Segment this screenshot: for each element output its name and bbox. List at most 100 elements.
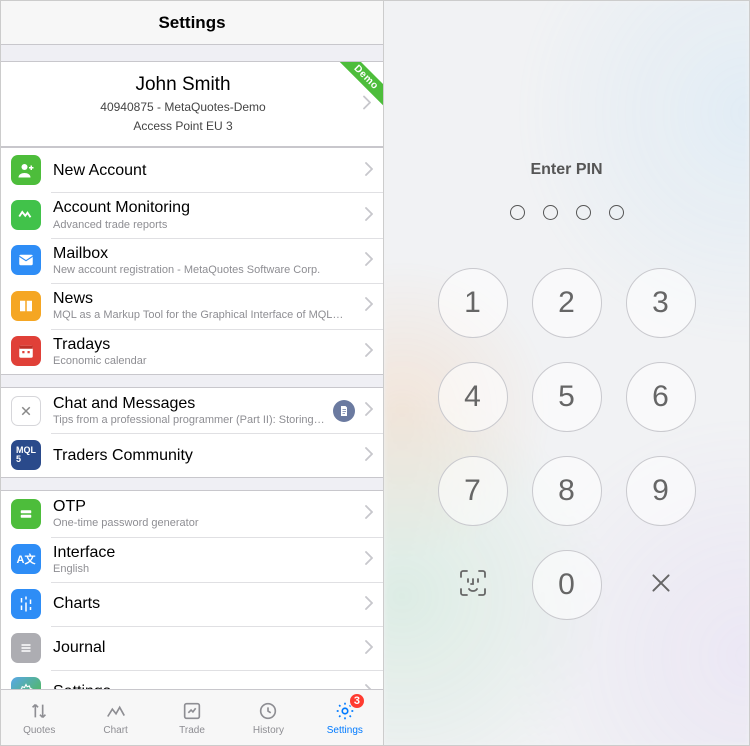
key-1[interactable]: 1 [438,268,508,338]
tab-history[interactable]: History [230,690,306,745]
tab-label: Quotes [23,725,55,736]
tab-label: Trade [179,725,205,736]
chevron-right-icon [365,638,373,659]
chart-icon [11,589,41,619]
row-text: InterfaceEnglish [53,543,365,576]
row-tradays[interactable]: TradaysEconomic calendar [1,329,383,374]
row-traders-community[interactable]: MQL5 Traders Community [1,433,383,477]
account-info1: 40940875 - MetaQuotes-Demo [13,99,353,115]
row-text: Traders Community [53,446,365,465]
tab-chart[interactable]: Chart [77,690,153,745]
keypad: 1 2 3 4 5 6 7 8 9 0 [438,268,696,620]
row-text: Charts [53,594,365,613]
key-0[interactable]: 0 [532,550,602,620]
settings-scroll[interactable]: Demo John Smith 40940875 - MetaQuotes-De… [1,45,383,689]
chat-icon [11,396,41,426]
account-header[interactable]: Demo John Smith 40940875 - MetaQuotes-De… [1,61,383,147]
row-news[interactable]: NewsMQL as a Markup Tool for the Graphic… [1,283,383,328]
tabbar: Quotes Chart Trade History Settings 3 [1,689,383,745]
chevron-right-icon [365,400,373,421]
chevron-right-icon [365,160,373,181]
key-label: 4 [464,380,481,414]
chevron-right-icon [365,503,373,524]
tab-trade[interactable]: Trade [154,690,230,745]
row-subtitle: Advanced trade reports [53,219,357,232]
key-7[interactable]: 7 [438,456,508,526]
account-info2: Access Point EU 3 [13,118,353,134]
pin-dot [609,205,624,220]
row-interface[interactable]: A文InterfaceEnglish [1,537,383,582]
quotes-icon [26,699,52,723]
tab-badge: 3 [349,693,365,709]
row-account-monitoring[interactable]: Account MonitoringAdvanced trade reports [1,192,383,237]
tab-quotes[interactable]: Quotes [1,690,77,745]
x-icon [648,570,674,601]
row-text: Chat and MessagesTips from a professiona… [53,394,333,427]
row-text: TradaysEconomic calendar [53,335,365,368]
key-label: 6 [652,380,669,414]
row-title: Charts [53,594,357,613]
row-charts[interactable]: Charts [1,582,383,626]
row-title: Interface [53,543,357,562]
chevron-right-icon [365,682,373,690]
history-icon [255,699,281,723]
mql5-icon: MQL5 [11,440,41,470]
tab-settings[interactable]: Settings 3 [307,690,383,745]
key-label: 8 [558,474,575,508]
row-text: NewsMQL as a Markup Tool for the Graphic… [53,289,365,322]
section-preferences: OTPOne-time password generator A文Interfac… [1,490,383,689]
row-chat-and-messages[interactable]: Chat and MessagesTips from a professiona… [1,388,383,433]
key-3[interactable]: 3 [626,268,696,338]
trade-icon [179,699,205,723]
row-mailbox[interactable]: MailboxNew account registration - MetaQu… [1,238,383,283]
page-title: Settings [1,1,383,45]
key-2[interactable]: 2 [532,268,602,338]
key-5[interactable]: 5 [532,362,602,432]
delete-button[interactable] [626,550,696,620]
book-icon [11,291,41,321]
chevron-right-icon [363,94,371,115]
section-account: New Account Account MonitoringAdvanced tr… [1,147,383,375]
chevron-right-icon [365,594,373,615]
row-new-account[interactable]: New Account [1,148,383,192]
row-settings[interactable]: Settings [1,670,383,689]
key-4[interactable]: 4 [438,362,508,432]
row-text: New Account [53,161,365,180]
pin-title: Enter PIN [530,161,602,179]
journal-icon [11,633,41,663]
row-journal[interactable]: Journal [1,626,383,670]
chevron-right-icon [365,295,373,316]
page-title-text: Settings [158,13,225,33]
row-title: Traders Community [53,446,357,465]
settings-screen: Settings Demo John Smith 40940875 - Meta… [1,1,384,745]
key-label: 9 [652,474,669,508]
faceid-button[interactable] [438,550,508,620]
row-subtitle: English [53,563,357,576]
tab-label: History [253,725,284,736]
row-subtitle: One-time password generator [53,517,357,530]
key-label: 3 [652,286,669,320]
row-title: Settings [53,682,357,689]
pin-dot [510,205,525,220]
tab-label: Settings [327,725,363,736]
monitor-icon [11,200,41,230]
key-6[interactable]: 6 [626,362,696,432]
row-subtitle: MQL as a Markup Tool for the Graphical I… [53,309,357,322]
chevron-right-icon [365,445,373,466]
key-9[interactable]: 9 [626,456,696,526]
row-otp[interactable]: OTPOne-time password generator [1,491,383,536]
chevron-right-icon [365,549,373,570]
chevron-right-icon [365,250,373,271]
pin-dot [543,205,558,220]
row-text: Journal [53,638,365,657]
row-text: OTPOne-time password generator [53,497,365,530]
row-subtitle: Tips from a professional programmer (Par… [53,414,325,427]
gear-icon [11,677,41,689]
key-8[interactable]: 8 [532,456,602,526]
mail-icon [11,245,41,275]
doc-badge-icon [333,400,355,422]
key-label: 2 [558,286,575,320]
key-label: 7 [464,474,481,508]
otp-icon [11,499,41,529]
account-name: John Smith [13,74,353,96]
